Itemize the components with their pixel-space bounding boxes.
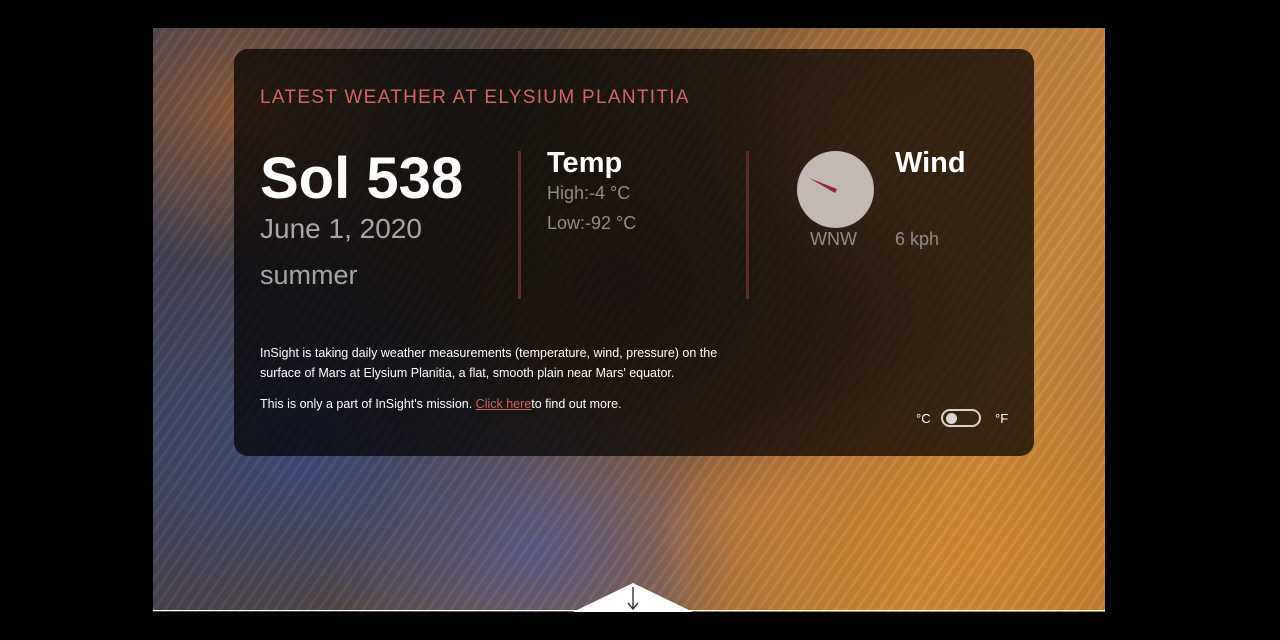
arrow-down-icon <box>573 583 693 612</box>
compass-icon <box>797 151 874 228</box>
season: summer <box>260 260 358 290</box>
mission-text: This is only a part of InSight's mission… <box>260 397 622 411</box>
divider-right <box>746 151 749 299</box>
sol-number: Sol 538 <box>260 146 464 211</box>
scroll-down-button[interactable] <box>573 583 693 612</box>
info-description: InSight is taking daily weather measurem… <box>260 346 718 380</box>
compass-needle-icon <box>809 178 837 193</box>
mission-link[interactable]: Click here <box>476 397 532 411</box>
sol-date: June 1, 2020 <box>260 213 422 244</box>
wind-direction: WNW <box>810 229 857 249</box>
mission-suffix: to find out more. <box>531 397 622 411</box>
unit-toggle[interactable] <box>941 409 981 427</box>
temp-title: Temp <box>547 147 623 179</box>
temp-low: Low:-92 °C <box>547 213 637 233</box>
unit-fahrenheit-label: °F <box>995 411 1009 426</box>
wind-title: Wind <box>895 147 966 179</box>
page-title: LATEST WEATHER AT ELYSIUM PLANTITIA <box>260 87 690 108</box>
temp-high: High:-4 °C <box>547 183 631 203</box>
toggle-knob <box>946 413 957 424</box>
wind-speed: 6 kph <box>895 229 940 249</box>
weather-card: LATEST WEATHER AT ELYSIUM PLANTITIA Sol … <box>234 49 1034 456</box>
mars-background: LATEST WEATHER AT ELYSIUM PLANTITIA Sol … <box>153 28 1105 612</box>
divider-left <box>518 151 521 299</box>
mission-prefix: This is only a part of InSight's mission… <box>260 397 476 411</box>
unit-celsius-label: °C <box>916 411 931 426</box>
